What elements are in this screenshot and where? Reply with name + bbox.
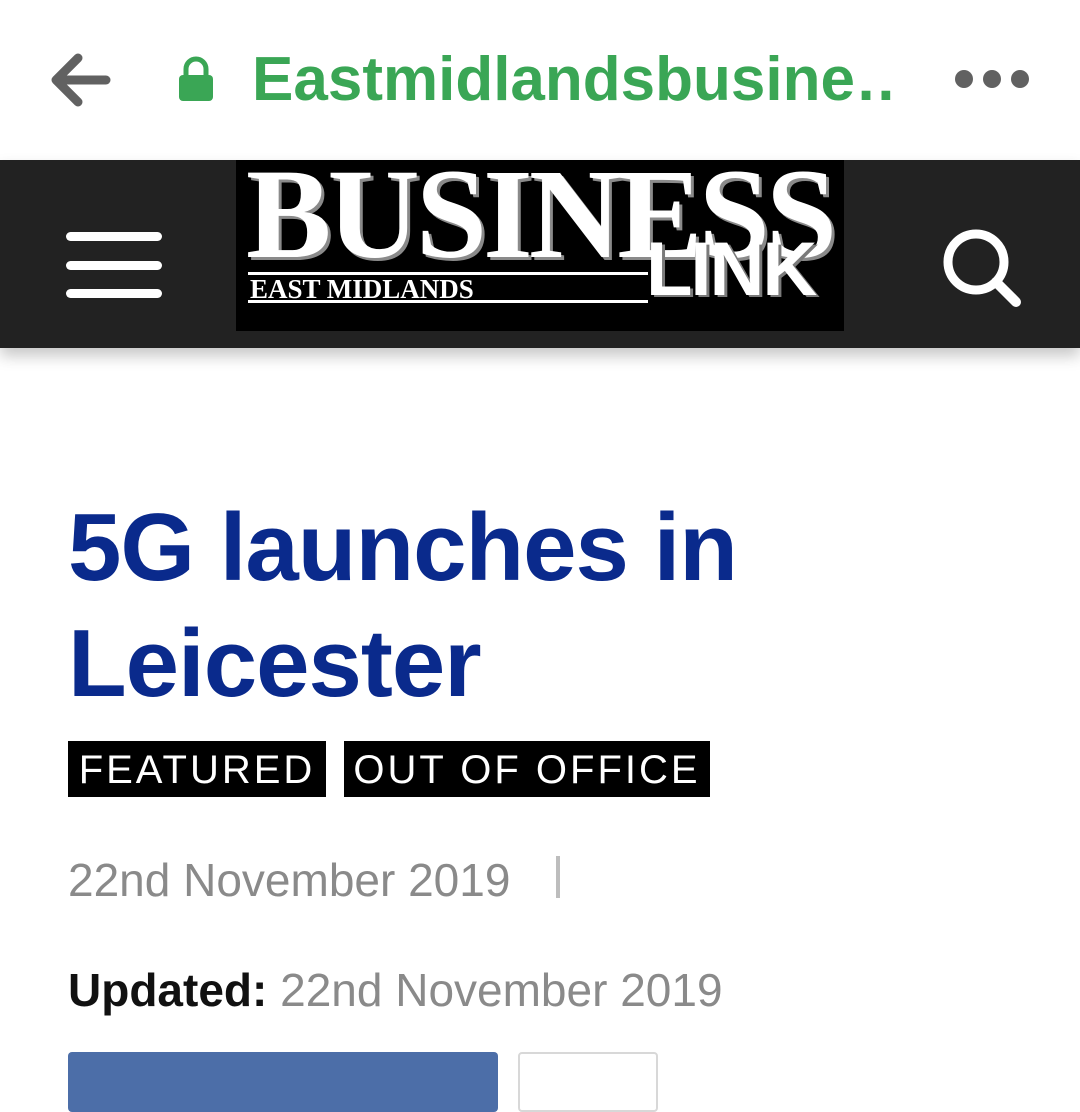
back-button[interactable] [48,52,112,108]
search-button[interactable] [940,226,1024,310]
menu-button[interactable] [66,232,164,302]
updated-label: Updated: [68,964,268,1016]
share-button[interactable] [68,1052,498,1112]
tag-featured[interactable]: FEATURED [68,741,326,797]
secondary-share-button[interactable] [518,1052,658,1112]
meta-divider [556,856,560,898]
lock-icon [176,56,216,102]
updated-date: 22nd November 2019 [280,964,723,1016]
browser-url-bar: Eastmidlandsbusine… [0,0,1080,160]
publish-date: 22nd November 2019 [68,854,511,906]
more-dots-icon [955,70,1029,88]
back-arrow-icon [51,53,111,107]
search-icon [943,229,1021,307]
logo-rule [248,300,648,303]
site-logo[interactable]: BUSINESS EAST MIDLANDS LINK [236,160,844,331]
article-title: 5G launches in Leicester [68,494,738,717]
more-options-button[interactable] [952,62,1032,96]
tag-out-of-office[interactable]: OUT OF OFFICE [344,741,710,797]
site-header: BUSINESS EAST MIDLANDS LINK [0,160,1080,348]
updated-line: Updated: 22nd November 2019 [68,962,723,1018]
logo-link-text: LINK [646,227,817,312]
url-text[interactable]: Eastmidlandsbusine… [252,44,892,116]
